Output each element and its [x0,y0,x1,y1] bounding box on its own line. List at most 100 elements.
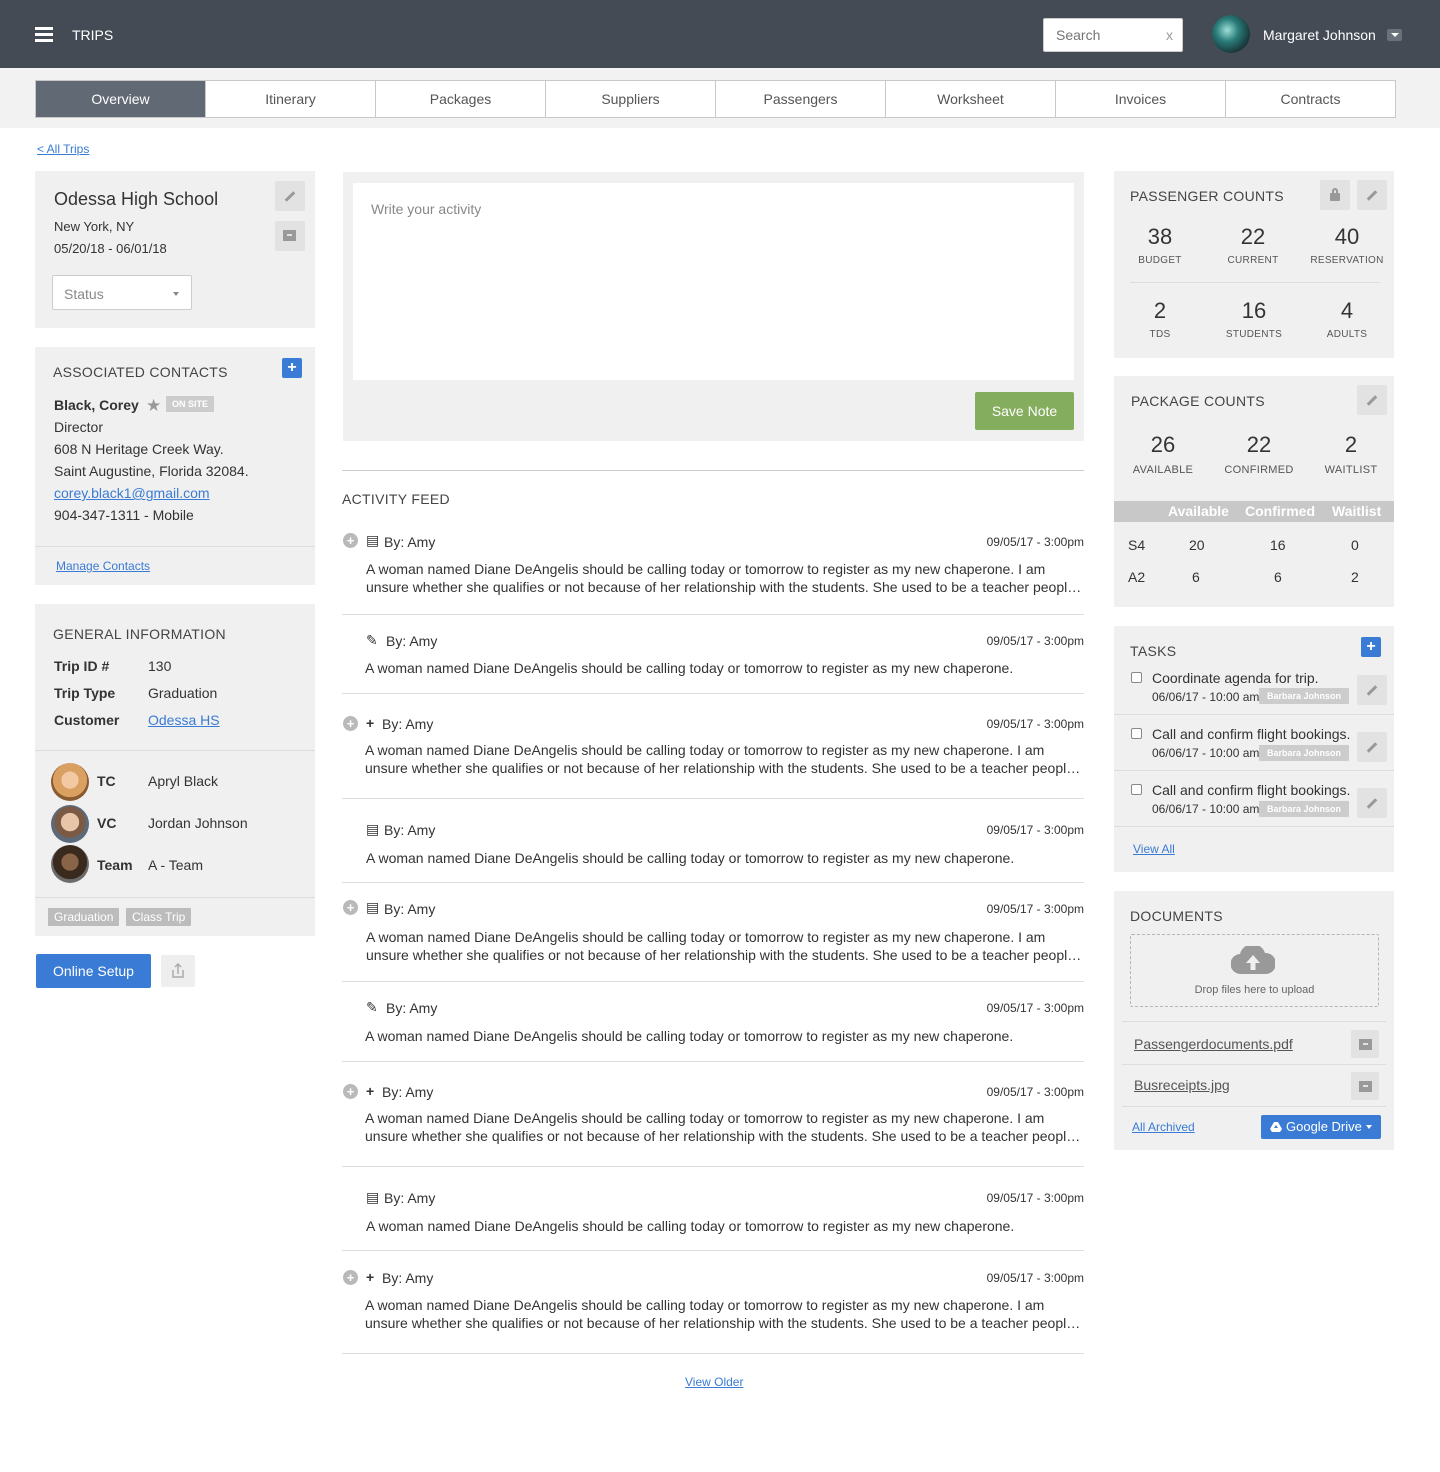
feed-author: By: Amy [386,1000,438,1016]
user-dropdown-icon[interactable] [1387,29,1402,41]
hamburger-menu-icon[interactable] [35,27,53,42]
edit-task-button[interactable] [1357,788,1387,818]
expand-icon[interactable]: + [343,1084,358,1099]
feed-author: By: Amy [386,633,438,649]
feed-author: By: Amy [384,822,436,838]
edit-trip-button[interactable] [275,181,305,211]
lock-button[interactable] [1320,180,1350,210]
all-archived-link[interactable]: All Archived [1132,1120,1195,1134]
trip-location: New York, NY [54,219,135,234]
document-icon: ▤ [366,899,380,915]
customer-link[interactable]: Odessa HS [148,712,220,728]
feed-item: ✎ By: Amy 09/05/17 - 3:00pm A woman name… [342,982,1084,1062]
tab-overview[interactable]: Overview [36,81,206,117]
user-avatar[interactable] [1212,15,1250,53]
tds-count: 2 [1153,298,1167,323]
dropzone-text: Drop files here to upload [1194,984,1315,996]
passenger-counts-title: PASSENGER COUNTS [1130,188,1284,204]
pencil-icon [1366,190,1378,201]
status-select[interactable]: Status [52,275,192,310]
view-older-link[interactable]: View Older [685,1375,743,1389]
expand-icon[interactable]: + [343,1270,358,1285]
task-checkbox[interactable] [1131,728,1142,739]
archive-trip-button[interactable] [275,221,305,251]
user-name[interactable]: Margaret Johnson [1263,27,1376,43]
all-trips-link[interactable]: < All Trips [37,142,89,156]
app-title: TRIPS [72,27,114,43]
trip-type-value: Graduation [148,685,218,701]
feed-text-line1: A woman named Diane DeAngelis should be … [365,1110,1045,1126]
archive-icon [1359,1039,1372,1050]
edit-task-button[interactable] [1357,732,1387,762]
share-button[interactable] [161,955,195,987]
edit-task-button[interactable] [1357,675,1387,705]
document-link[interactable]: Passengerdocuments.pdf [1134,1036,1293,1052]
edit-passenger-counts-button[interactable] [1357,180,1387,210]
divider [1114,714,1394,715]
save-note-button[interactable]: Save Note [975,392,1074,430]
tab-suppliers[interactable]: Suppliers [546,81,716,117]
feed-item: + + By: Amy 09/05/17 - 3:00pm A woman na… [342,694,1085,799]
archive-document-button[interactable] [1351,1072,1379,1100]
feed-date: 09/05/17 - 3:00pm [986,1001,1084,1015]
students-label: STUDENTS [1225,329,1283,340]
divider [1130,282,1380,283]
share-icon [172,962,184,978]
online-setup-button[interactable]: Online Setup [36,954,151,988]
activity-textarea[interactable]: Write your activity [353,183,1074,380]
google-drive-label: Google Drive [1286,1119,1362,1134]
task-checkbox[interactable] [1131,672,1142,683]
feed-author: By: Amy [382,1084,434,1100]
add-contact-button[interactable]: + [282,358,302,378]
expand-icon[interactable]: + [343,716,358,731]
feed-text-line2: unsure whether she qualifies or not beca… [365,760,1085,776]
package-available: 20 [1189,537,1205,553]
trip-type-label: Trip Type [54,685,116,701]
expand-icon[interactable]: + [343,900,358,915]
header-available: Available [1168,503,1229,519]
package-waitlist: 2 [1351,569,1359,585]
tab-itinerary[interactable]: Itinerary [206,81,376,117]
document-icon: ▤ [366,1189,380,1205]
package-confirmed: 16 [1270,537,1286,553]
adults-label: ADULTS [1326,329,1368,340]
archive-document-button[interactable] [1351,1030,1379,1058]
task-assignee: Barbara Johnson [1259,801,1349,817]
feed-date: 09/05/17 - 3:00pm [986,1191,1084,1205]
tab-passengers[interactable]: Passengers [716,81,886,117]
search-input[interactable] [1044,19,1154,51]
manage-contacts-link[interactable]: Manage Contacts [56,559,150,573]
contact-email-link[interactable]: corey.black1@gmail.com [54,485,210,501]
tab-worksheet[interactable]: Worksheet [886,81,1056,117]
team-role: Team [97,857,133,873]
feed-text-line1: A woman named Diane DeAngelis should be … [366,929,1046,945]
add-task-button[interactable]: + [1361,637,1381,657]
tab-contracts[interactable]: Contracts [1226,81,1395,117]
expand-icon[interactable]: + [343,533,358,548]
task-assignee: Barbara Johnson [1259,745,1349,761]
archive-icon [283,230,296,241]
tab-invoices[interactable]: Invoices [1056,81,1226,117]
lock-icon [1330,188,1340,201]
task-checkbox[interactable] [1131,784,1142,795]
feed-date: 09/05/17 - 3:00pm [986,634,1084,648]
feed-text-line2: unsure whether she qualifies or not beca… [366,947,1086,963]
tab-packages[interactable]: Packages [376,81,546,117]
package-confirmed: 6 [1274,569,1282,585]
view-all-tasks-link[interactable]: View All [1133,842,1175,856]
feed-text-line2: unsure whether she qualifies or not beca… [365,1315,1085,1331]
feed-item: + ▤ By: Amy 09/05/17 - 3:00pm A woman na… [342,883,1086,982]
confirmed-count: 22 [1246,432,1272,457]
edit-package-counts-button[interactable] [1357,385,1387,415]
pencil-icon: ✎ [366,999,378,1015]
feed-item: ▤ By: Amy 09/05/17 - 3:00pm A woman name… [342,1167,1084,1251]
google-drive-button[interactable]: Google Drive [1261,1115,1381,1139]
tds-label: TDS [1149,329,1171,340]
feed-author: By: Amy [382,716,434,732]
divider [1114,770,1394,771]
document-link[interactable]: Busreceipts.jpg [1134,1077,1230,1093]
clear-search-icon[interactable]: x [1166,27,1173,43]
star-icon[interactable]: ★ [146,396,161,416]
package-counts-title: PACKAGE COUNTS [1131,393,1265,409]
search-box[interactable]: x [1043,18,1183,52]
